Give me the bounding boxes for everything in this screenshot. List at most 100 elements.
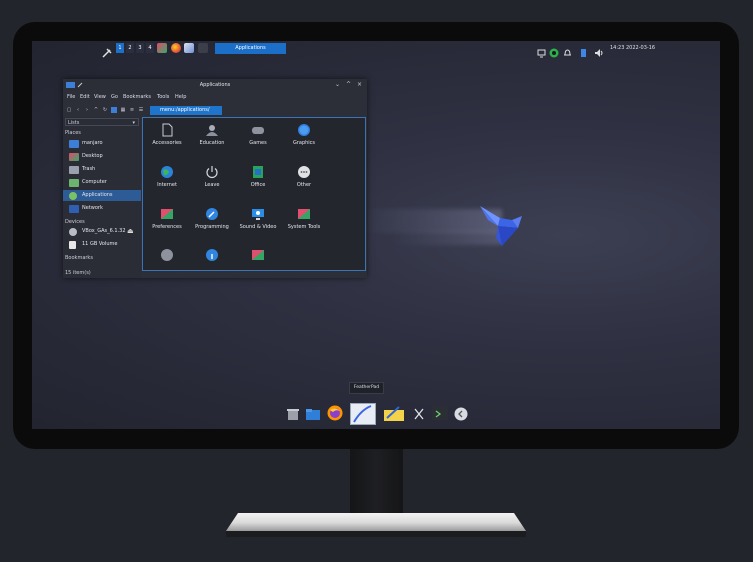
status-bar: 15 item(s) bbox=[65, 270, 91, 276]
new-tab-icon[interactable]: ▢ bbox=[66, 107, 72, 113]
settings-icon bbox=[161, 249, 173, 261]
menu-go[interactable]: Go bbox=[111, 94, 118, 100]
sidebar-item-label: Computer bbox=[82, 179, 107, 185]
clock[interactable]: 14:23 2022-03-16 bbox=[610, 45, 655, 51]
category-programming[interactable]: Programming bbox=[189, 205, 235, 235]
sidebar-item-computer[interactable]: Computer bbox=[63, 177, 141, 188]
category-accessories[interactable]: Accessories bbox=[144, 121, 190, 151]
media-player-icon bbox=[252, 209, 264, 220]
sidebar-item-network[interactable]: Network bbox=[63, 203, 141, 214]
places-header: Places bbox=[65, 130, 81, 136]
desktop-icon bbox=[69, 153, 79, 161]
category-preferences[interactable]: Preferences bbox=[144, 205, 190, 235]
sidebar-item-label: 11 GB Volume bbox=[82, 241, 118, 247]
menu-help[interactable]: Help bbox=[175, 94, 186, 100]
home-icon[interactable] bbox=[111, 107, 117, 113]
menu-file[interactable]: File bbox=[67, 94, 75, 100]
office-icon bbox=[253, 166, 263, 178]
bell-icon[interactable] bbox=[563, 43, 572, 56]
task-applications[interactable]: Applications bbox=[215, 43, 286, 54]
battery-icon[interactable] bbox=[579, 43, 588, 57]
trash-can-icon[interactable] bbox=[286, 406, 300, 420]
workspace-4[interactable]: 4 bbox=[146, 43, 154, 53]
category-partial-3[interactable] bbox=[235, 246, 281, 276]
category-office[interactable]: Office bbox=[235, 163, 281, 193]
sidebar-item-vbox-disc[interactable]: VBox_GAs_6.1.32 ⏏ bbox=[63, 226, 141, 237]
category-leave[interactable]: Leave bbox=[189, 163, 235, 193]
icon-view-icon[interactable]: ▦ bbox=[120, 107, 126, 113]
reload-icon[interactable]: ↻ bbox=[102, 107, 108, 113]
sidebar-item-applications[interactable]: Applications bbox=[63, 190, 141, 201]
category-education[interactable]: Education bbox=[189, 121, 235, 151]
app-menu-icon[interactable] bbox=[102, 43, 112, 58]
task-label: Applications bbox=[235, 45, 266, 51]
scissors-icon[interactable] bbox=[412, 406, 426, 420]
category-graphics[interactable]: Graphics bbox=[281, 121, 327, 151]
terminal-launcher-icon[interactable] bbox=[198, 43, 208, 53]
text-editor-icon[interactable] bbox=[383, 404, 405, 422]
sidebar-item-desktop[interactable]: Desktop bbox=[63, 151, 141, 162]
category-label: Graphics bbox=[292, 140, 316, 146]
computer-icon bbox=[69, 179, 79, 187]
featherpad-icon[interactable] bbox=[350, 403, 376, 425]
up-icon[interactable]: ^ bbox=[93, 107, 99, 113]
settings-launcher-icon[interactable] bbox=[157, 43, 167, 53]
back-icon[interactable]: ‹ bbox=[75, 107, 81, 113]
minimize-button[interactable]: ⌄ bbox=[335, 81, 340, 88]
workspace-2[interactable]: 2 bbox=[126, 43, 134, 53]
sidebar-item-volume[interactable]: 11 GB Volume bbox=[63, 239, 141, 250]
document-icon bbox=[162, 123, 173, 137]
location-text: menu:/applications/ bbox=[160, 107, 210, 113]
window-title: Applications bbox=[199, 82, 231, 88]
dock-tooltip: FeatherPad bbox=[349, 382, 384, 394]
menu-bar: File Edit View Go Bookmarks Tools Help bbox=[63, 92, 367, 102]
detail-view-icon[interactable]: ☰ bbox=[138, 107, 144, 113]
category-partial-2[interactable] bbox=[189, 246, 235, 276]
workspace-1[interactable]: 1 bbox=[116, 43, 124, 53]
category-internet[interactable]: Internet bbox=[144, 163, 190, 193]
bird-logo-icon bbox=[480, 206, 522, 246]
desktop-screen: 1 2 3 4 Applications 14:23 2022-03-16 Ap… bbox=[32, 41, 720, 429]
firefox-icon[interactable] bbox=[171, 43, 181, 53]
sidebar-item-home[interactable]: manjaro bbox=[63, 138, 141, 149]
location-bar[interactable]: menu:/applications/ bbox=[150, 106, 222, 115]
network-icon[interactable] bbox=[549, 43, 559, 58]
category-partial-1[interactable] bbox=[144, 246, 190, 276]
menu-tools[interactable]: Tools bbox=[157, 94, 169, 100]
sidebar-item-label: Network bbox=[82, 205, 103, 211]
monitor-stand-base bbox=[226, 513, 526, 531]
file-manager-window: Applications ⌄ ^ × File Edit View Go Boo… bbox=[63, 79, 367, 278]
menu-view[interactable]: View bbox=[94, 94, 106, 100]
sidebar-item-label: VBox_GAs_6.1.32 bbox=[82, 228, 126, 234]
firefox-icon[interactable] bbox=[327, 405, 343, 421]
category-sound-video[interactable]: Sound & Video bbox=[235, 205, 281, 235]
volume-icon[interactable] bbox=[594, 43, 603, 57]
hammer-icon bbox=[206, 208, 218, 220]
category-games[interactable]: Games bbox=[235, 121, 281, 151]
gamepad-icon bbox=[252, 127, 264, 134]
side-pane-mode-select[interactable]: Lists ▾ bbox=[65, 118, 139, 126]
workspace-3[interactable]: 3 bbox=[136, 43, 144, 53]
file-manager-icon[interactable] bbox=[306, 406, 320, 420]
applications-icon bbox=[69, 192, 77, 200]
chevron-down-icon: ▾ bbox=[132, 120, 135, 126]
optical-disc-icon bbox=[69, 228, 77, 236]
close-button[interactable]: × bbox=[357, 81, 362, 88]
window-titlebar[interactable]: Applications ⌄ ^ × bbox=[63, 79, 367, 90]
forward-icon[interactable]: › bbox=[84, 107, 90, 113]
eject-icon[interactable]: ⏏ bbox=[127, 226, 134, 237]
menu-edit[interactable]: Edit bbox=[80, 94, 90, 100]
terminal-icon[interactable] bbox=[432, 406, 448, 420]
maximize-button[interactable]: ^ bbox=[346, 81, 351, 88]
category-other[interactable]: Other bbox=[281, 163, 327, 193]
bookmarks-header: Bookmarks bbox=[65, 255, 93, 261]
devices-header: Devices bbox=[65, 219, 85, 225]
list-view-icon[interactable]: ≡ bbox=[129, 107, 135, 113]
sidebar-item-trash[interactable]: Trash bbox=[63, 164, 141, 175]
category-system-tools[interactable]: System Tools bbox=[281, 205, 327, 235]
menu-bookmarks[interactable]: Bookmarks bbox=[123, 94, 151, 100]
top-panel: 1 2 3 4 Applications 14:23 2022-03-16 bbox=[32, 41, 720, 58]
logout-icon[interactable] bbox=[454, 406, 468, 421]
screen-icon[interactable] bbox=[537, 43, 546, 58]
featherpad-launcher-icon[interactable] bbox=[184, 43, 194, 53]
